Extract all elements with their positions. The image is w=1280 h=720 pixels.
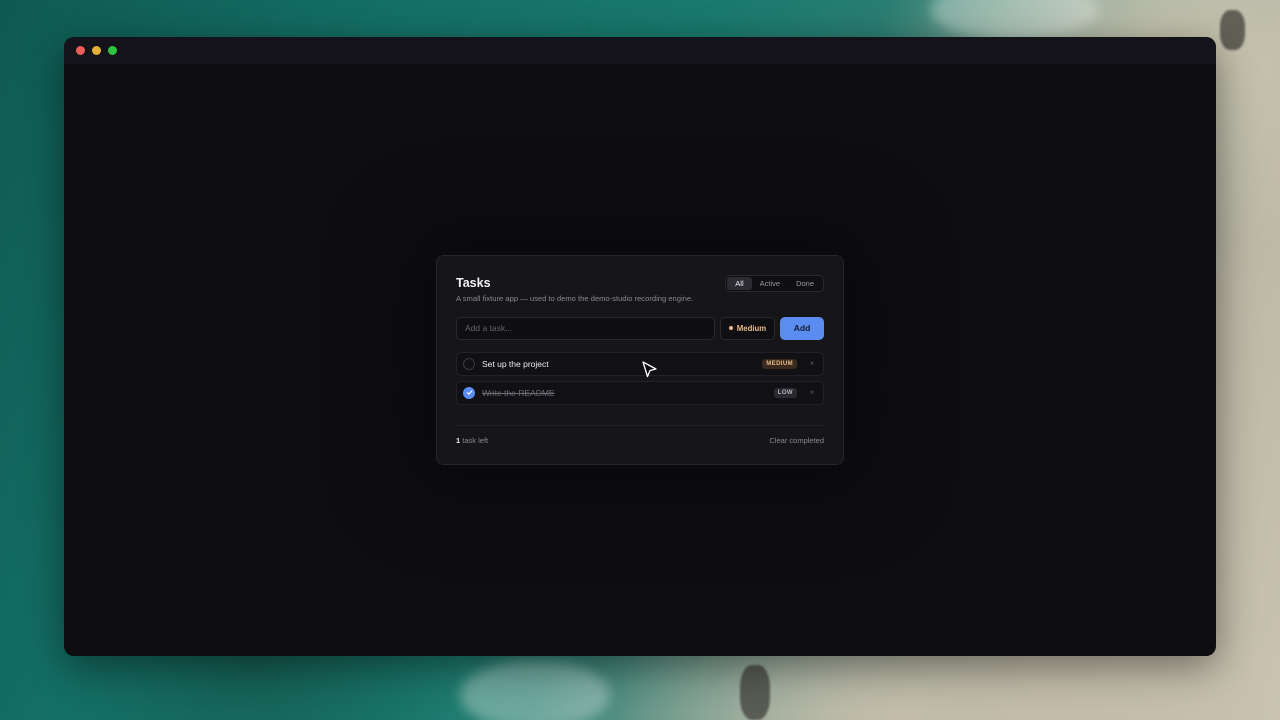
add-task-row: Medium Add xyxy=(456,316,824,340)
priority-select[interactable]: Medium xyxy=(720,316,775,340)
rock xyxy=(740,665,770,720)
page-subtitle: A small fixture app — used to demo the d… xyxy=(456,294,694,303)
filter-tabs: All Active Done xyxy=(725,275,824,292)
title-bar xyxy=(64,37,1216,64)
priority-badge: MEDIUM xyxy=(762,358,797,369)
minimize-button[interactable] xyxy=(92,46,101,55)
surf-foam xyxy=(460,660,610,720)
card-footer: 1 task left Clear completed xyxy=(456,425,824,445)
tab-done[interactable]: Done xyxy=(788,277,822,290)
check-icon xyxy=(466,390,472,395)
mouse-cursor-icon xyxy=(642,361,657,378)
task-label: Set up the project xyxy=(482,358,549,369)
close-button[interactable] xyxy=(76,46,85,55)
task-input[interactable] xyxy=(456,316,715,340)
task-checkbox[interactable] xyxy=(463,357,475,370)
priority-dot-icon xyxy=(728,326,733,330)
task-list: Set up the project MEDIUM × Write the RE… xyxy=(456,351,824,405)
app-window: Tasks A small fixture app — used to demo… xyxy=(64,37,1216,656)
rock xyxy=(1220,10,1245,50)
priority-badge: LOW xyxy=(773,387,797,398)
task-item[interactable]: Set up the project MEDIUM × xyxy=(456,351,824,376)
tasks-card: Tasks A small fixture app — used to demo… xyxy=(436,255,844,465)
page-title: Tasks xyxy=(456,276,491,290)
surf-foam xyxy=(930,0,1100,40)
maximize-button[interactable] xyxy=(108,46,117,55)
task-label: Write the README xyxy=(482,387,555,398)
tab-active[interactable]: Active xyxy=(752,277,788,290)
task-item[interactable]: Write the README LOW × xyxy=(456,380,824,405)
remove-task-icon[interactable]: × xyxy=(807,359,817,368)
task-checkbox[interactable] xyxy=(463,386,475,399)
tab-all[interactable]: All xyxy=(727,277,752,290)
add-button[interactable]: Add xyxy=(780,316,824,340)
tasks-left-suffix: task left xyxy=(462,436,489,445)
priority-label: Medium xyxy=(736,323,767,333)
remove-task-icon[interactable]: × xyxy=(807,388,817,397)
tasks-left-count: 1 task left xyxy=(456,436,488,445)
clear-completed-button[interactable]: Clear completed xyxy=(769,436,824,445)
tasks-left-number: 1 xyxy=(456,436,461,445)
